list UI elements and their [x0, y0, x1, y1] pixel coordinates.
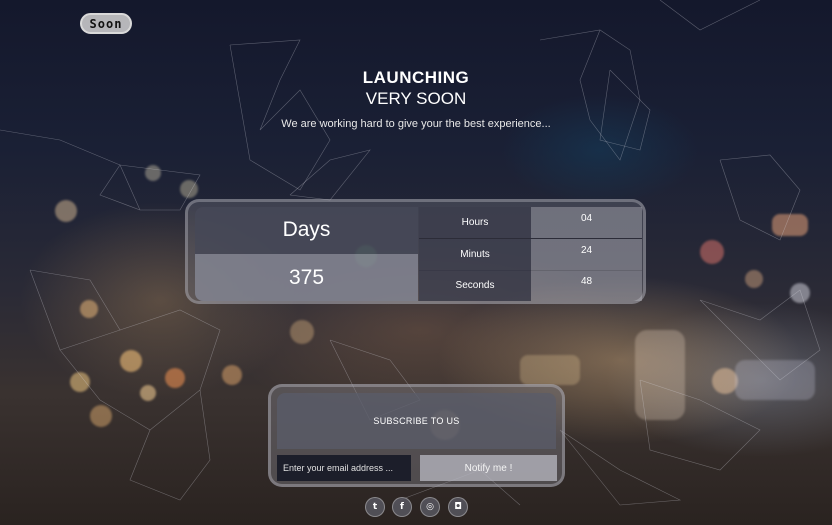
days-label: Days [282, 218, 331, 241]
seconds-label: Seconds [419, 270, 531, 301]
twitter-icon[interactable]: t [365, 497, 385, 517]
days-block: Days 375 [195, 207, 418, 301]
subscribe-heading: SUBSCRIBE TO US [277, 393, 556, 449]
hours-value: 04 [531, 207, 642, 238]
minutes-row: Minuts 24 [419, 239, 642, 271]
notify-button[interactable]: Notify me ! [420, 455, 557, 481]
page-subtitle: VERY SOON [365, 89, 467, 108]
hours-row: Hours 04 [419, 207, 642, 239]
subscribe-panel: SUBSCRIBE TO US Notify me ! [268, 384, 565, 487]
email-input[interactable] [277, 455, 411, 481]
dribbble-icon[interactable]: ◎ [420, 497, 440, 517]
seconds-value: 48 [531, 270, 642, 301]
time-rows: Hours 04 Minuts 24 Seconds 48 [419, 207, 642, 301]
instagram-icon[interactable]: ◘ [448, 497, 468, 517]
seconds-row: Seconds 48 [419, 270, 642, 301]
facebook-icon[interactable]: f [392, 497, 412, 517]
page-title: LAUNCHING [362, 68, 470, 87]
hours-label: Hours [419, 207, 531, 238]
logo: Soon [80, 13, 132, 34]
minutes-value: 24 [531, 239, 642, 270]
countdown-panel: Days 375 Hours 04 Minuts 24 Seconds 48 [185, 199, 646, 304]
minutes-label: Minuts [419, 239, 531, 270]
tagline: We are working hard to give your the bes… [281, 118, 551, 130]
days-value: 375 [195, 254, 418, 301]
